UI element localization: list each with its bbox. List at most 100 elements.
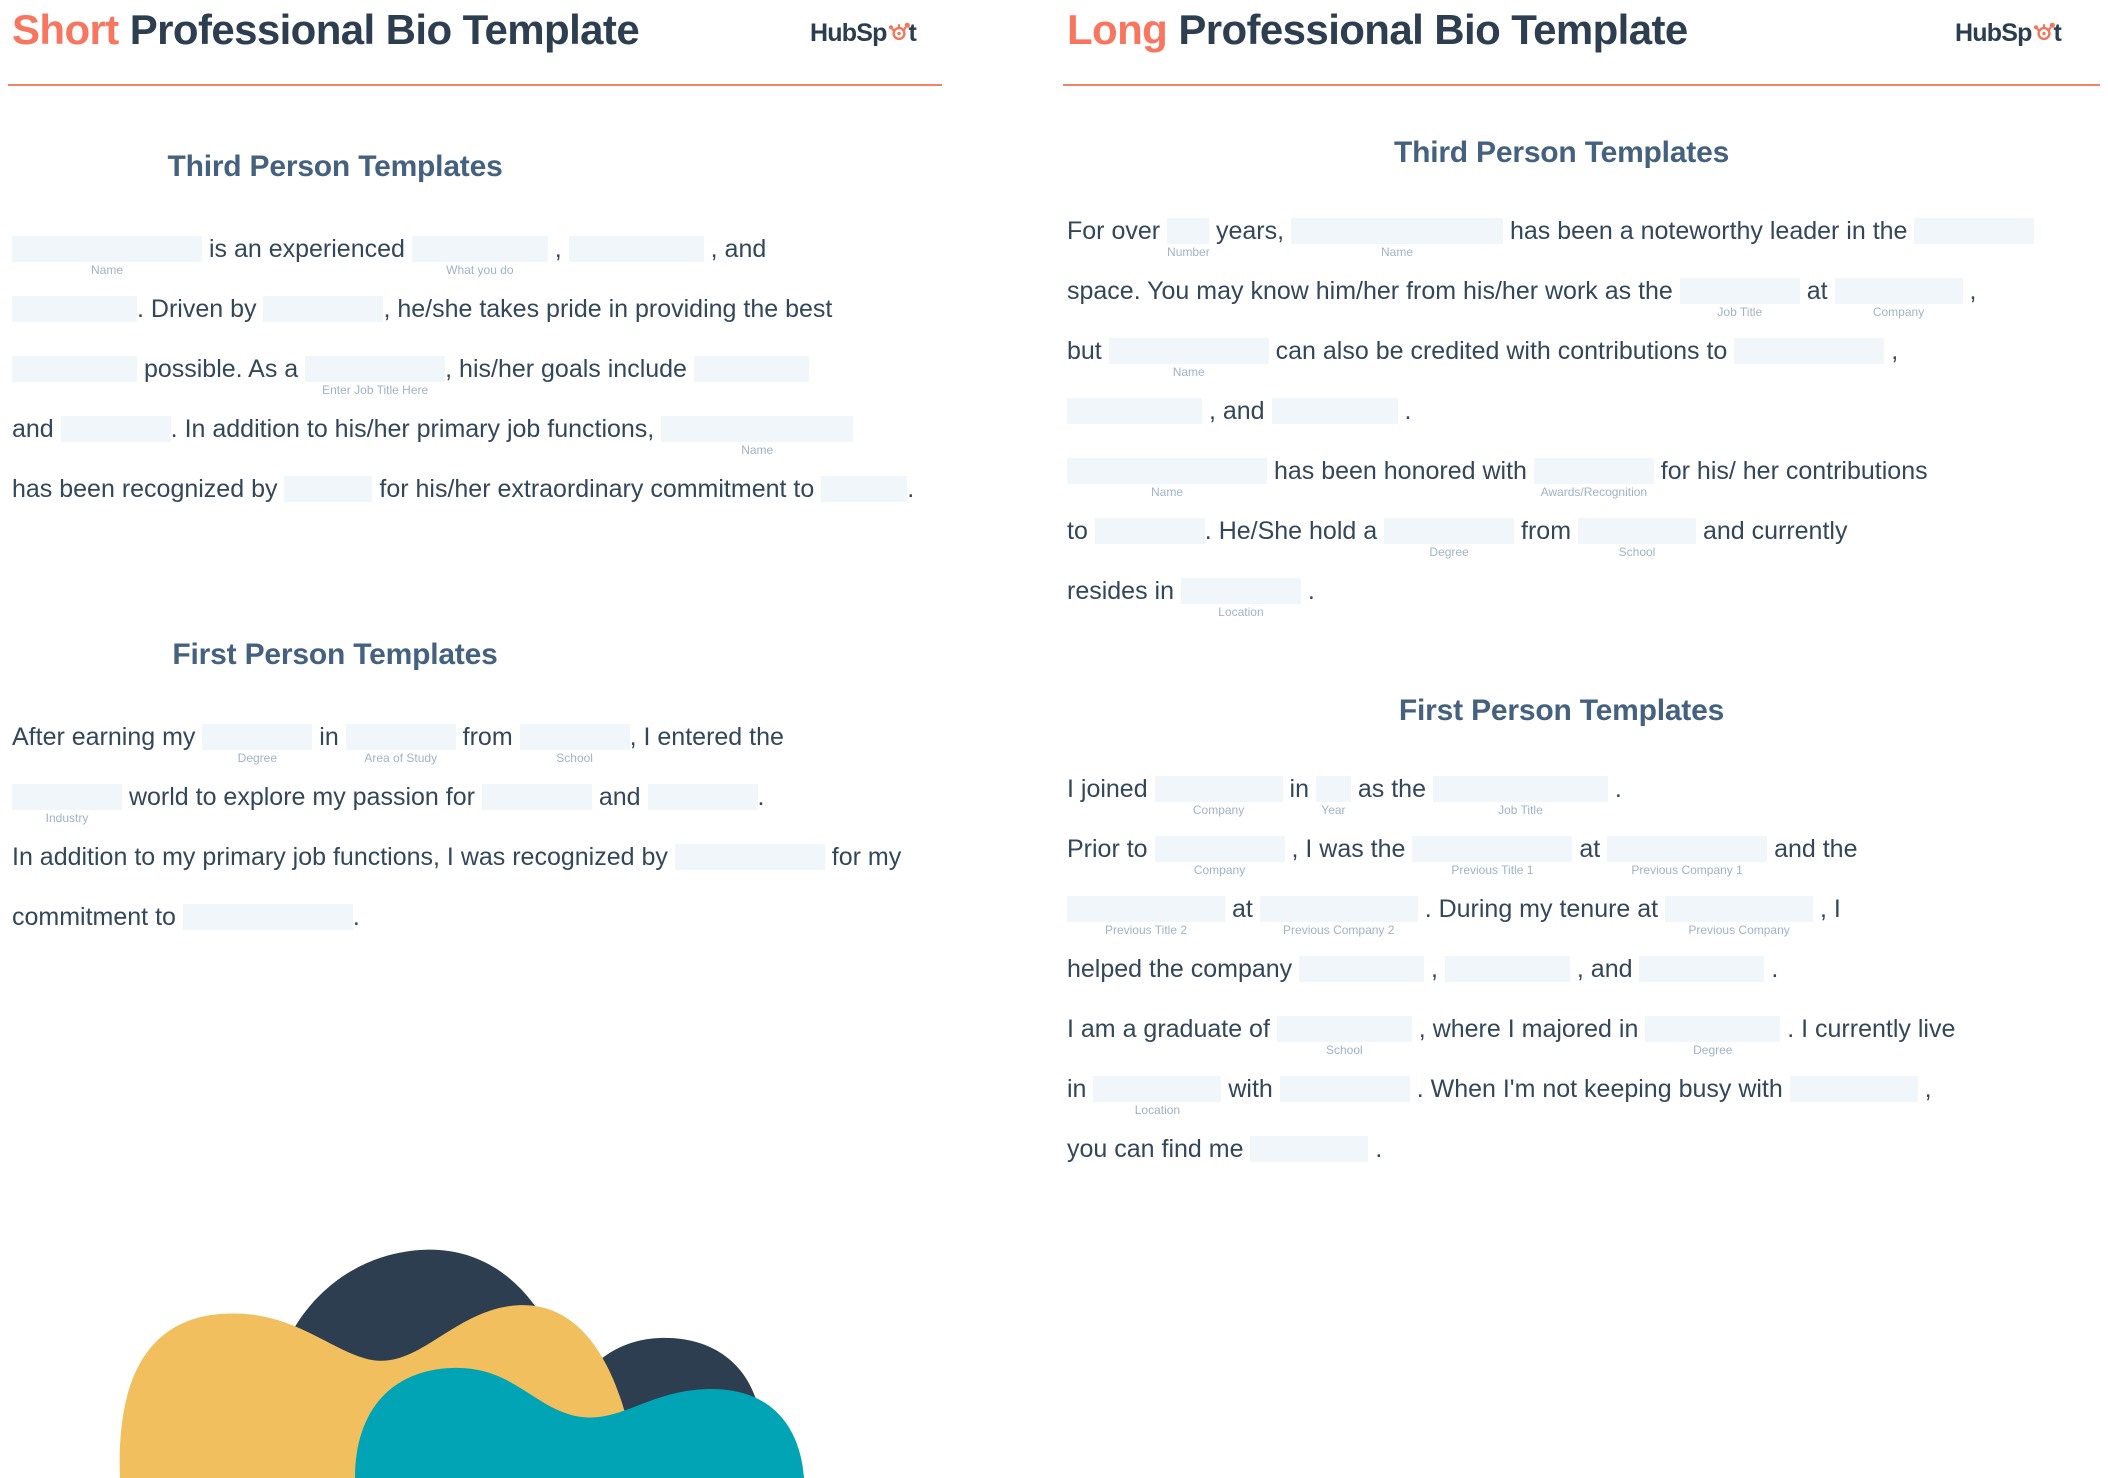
blank-field[interactable] xyxy=(1578,518,1696,544)
fill-in-blank[interactable]: School xyxy=(1276,1016,1412,1057)
blank-field[interactable] xyxy=(202,724,313,750)
fill-in-blank[interactable]: Degree xyxy=(202,724,313,765)
blank-field[interactable] xyxy=(1167,218,1210,244)
fill-in-blank[interactable]: What you do xyxy=(411,236,548,277)
fill-in-blank[interactable]: Previous Title 1 xyxy=(1412,836,1573,877)
blank-field[interactable] xyxy=(1914,218,2035,244)
fill-in-blank[interactable]: Year xyxy=(1315,776,1351,817)
blank-field[interactable] xyxy=(12,356,137,382)
fill-in-blank[interactable]: Name xyxy=(12,236,202,277)
fill-in-blank[interactable]: Name xyxy=(1291,218,1504,259)
blank-field[interactable] xyxy=(1645,1016,1781,1042)
blank-field[interactable] xyxy=(1679,278,1800,304)
blank-field[interactable] xyxy=(568,236,704,262)
blank-field[interactable] xyxy=(1639,956,1765,982)
blank-field[interactable] xyxy=(674,844,825,870)
blank-field[interactable] xyxy=(284,476,373,502)
fill-in-blank[interactable]: Degree xyxy=(1384,518,1515,559)
fill-in-blank[interactable] xyxy=(821,476,908,502)
blank-field[interactable] xyxy=(1180,578,1301,604)
fill-in-blank[interactable]: Previous Company 1 xyxy=(1607,836,1768,877)
blank-field[interactable] xyxy=(1093,1076,1222,1102)
blank-field[interactable] xyxy=(1315,776,1351,802)
blank-field[interactable] xyxy=(1533,458,1654,484)
fill-in-blank[interactable]: Enter Job Title Here xyxy=(305,356,446,397)
blank-field[interactable] xyxy=(519,724,630,750)
blank-field[interactable] xyxy=(1607,836,1768,862)
fill-in-blank[interactable] xyxy=(1444,956,1570,982)
fill-in-blank[interactable] xyxy=(693,356,809,382)
fill-in-blank[interactable]: Awards/Recognition xyxy=(1533,458,1654,499)
fill-in-blank[interactable] xyxy=(182,904,353,930)
fill-in-blank[interactable] xyxy=(12,356,137,382)
fill-in-blank[interactable] xyxy=(12,296,137,322)
fill-in-blank[interactable]: Number xyxy=(1167,218,1210,259)
blank-field[interactable] xyxy=(1412,836,1573,862)
fill-in-blank[interactable] xyxy=(1279,1076,1410,1102)
blank-field[interactable] xyxy=(1276,1016,1412,1042)
fill-in-blank[interactable]: Company xyxy=(1154,836,1285,877)
fill-in-blank[interactable] xyxy=(481,784,592,810)
fill-in-blank[interactable] xyxy=(1299,956,1425,982)
blank-field[interactable] xyxy=(821,476,908,502)
fill-in-blank[interactable]: Previous Company 2 xyxy=(1259,896,1418,937)
blank-field[interactable] xyxy=(182,904,353,930)
blank-field[interactable] xyxy=(1432,776,1608,802)
blank-field[interactable] xyxy=(1271,398,1398,424)
fill-in-blank[interactable]: School xyxy=(519,724,630,765)
blank-field[interactable] xyxy=(661,416,854,442)
blank-field[interactable] xyxy=(1665,896,1814,922)
blank-field[interactable] xyxy=(1444,956,1570,982)
fill-in-blank[interactable]: Company xyxy=(1834,278,1963,319)
blank-field[interactable] xyxy=(1834,278,1963,304)
blank-field[interactable] xyxy=(1789,1076,1918,1102)
blank-field[interactable] xyxy=(1734,338,1885,364)
fill-in-blank[interactable] xyxy=(1639,956,1765,982)
fill-in-blank[interactable]: Job Title xyxy=(1432,776,1608,817)
blank-field[interactable] xyxy=(12,296,137,322)
blank-field[interactable] xyxy=(481,784,592,810)
fill-in-blank[interactable] xyxy=(568,236,704,262)
fill-in-blank[interactable]: Location xyxy=(1093,1076,1222,1117)
blank-field[interactable] xyxy=(1067,458,1267,484)
fill-in-blank[interactable] xyxy=(1250,1136,1369,1162)
fill-in-blank[interactable]: Degree xyxy=(1645,1016,1781,1057)
fill-in-blank[interactable]: Previous Company xyxy=(1665,896,1814,937)
blank-field[interactable] xyxy=(411,236,548,262)
fill-in-blank[interactable]: Job Title xyxy=(1679,278,1800,319)
fill-in-blank[interactable] xyxy=(1914,218,2035,244)
blank-field[interactable] xyxy=(1291,218,1504,244)
blank-field[interactable] xyxy=(1250,1136,1369,1162)
blank-field[interactable] xyxy=(345,724,456,750)
fill-in-blank[interactable] xyxy=(1094,518,1205,544)
fill-in-blank[interactable] xyxy=(284,476,373,502)
blank-field[interactable] xyxy=(1094,518,1205,544)
blank-field[interactable] xyxy=(12,236,202,262)
fill-in-blank[interactable] xyxy=(263,296,384,322)
fill-in-blank[interactable]: Location xyxy=(1180,578,1301,619)
blank-field[interactable] xyxy=(305,356,446,382)
fill-in-blank[interactable]: Name xyxy=(1067,458,1267,499)
blank-field[interactable] xyxy=(1154,776,1283,802)
fill-in-blank[interactable] xyxy=(674,844,825,870)
blank-field[interactable] xyxy=(263,296,384,322)
blank-field[interactable] xyxy=(647,784,758,810)
blank-field[interactable] xyxy=(1108,338,1269,364)
blank-field[interactable] xyxy=(1067,896,1225,922)
blank-field[interactable] xyxy=(1154,836,1285,862)
fill-in-blank[interactable] xyxy=(647,784,758,810)
blank-field[interactable] xyxy=(1279,1076,1410,1102)
blank-field[interactable] xyxy=(1384,518,1515,544)
fill-in-blank[interactable]: School xyxy=(1578,518,1696,559)
blank-field[interactable] xyxy=(693,356,809,382)
fill-in-blank[interactable]: Industry xyxy=(12,784,122,825)
fill-in-blank[interactable]: Area of Study xyxy=(345,724,456,765)
fill-in-blank[interactable]: Company xyxy=(1154,776,1283,817)
fill-in-blank[interactable] xyxy=(1789,1076,1918,1102)
fill-in-blank[interactable]: Previous Title 2 xyxy=(1067,896,1225,937)
blank-field[interactable] xyxy=(1067,398,1202,424)
blank-field[interactable] xyxy=(60,416,171,442)
fill-in-blank[interactable] xyxy=(1271,398,1398,424)
fill-in-blank[interactable]: Name xyxy=(661,416,854,457)
fill-in-blank[interactable] xyxy=(60,416,171,442)
